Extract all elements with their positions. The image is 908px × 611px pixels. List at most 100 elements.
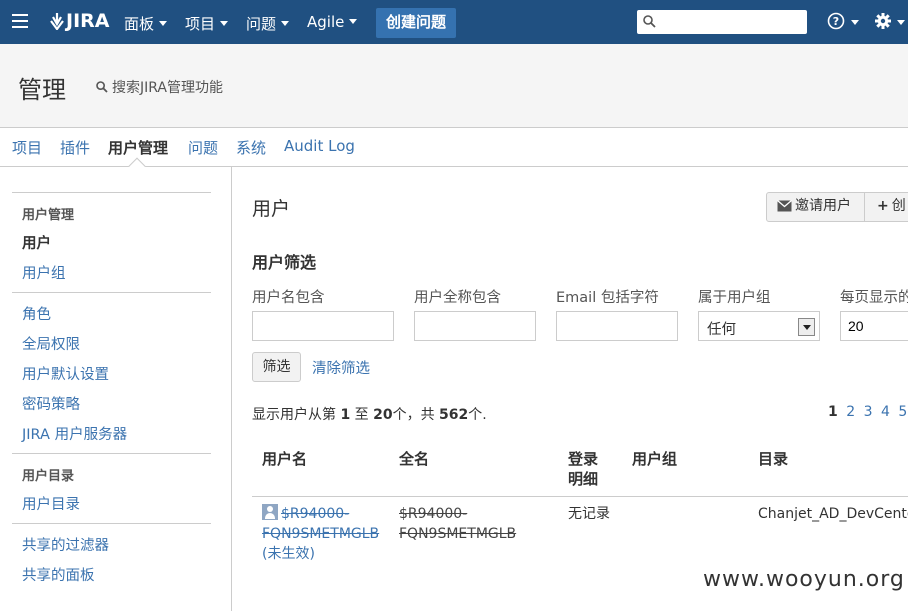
envelope-icon (777, 200, 792, 212)
column-header-login-details: 登录 明细 (568, 449, 598, 489)
sidebar-item-groups[interactable]: 用户组 (22, 262, 66, 283)
create-user-label: 创 (891, 198, 906, 214)
sidebar-item-password-policy[interactable]: 密码策略 (22, 393, 80, 414)
tab-audit-log[interactable]: Audit Log (284, 137, 355, 155)
sidebar-item-users[interactable]: 用户 (22, 232, 51, 253)
tab-user-management[interactable]: 用户管理 (108, 137, 168, 158)
jira-logo[interactable]: JIRA (49, 10, 109, 32)
login-header-line: 明细 (568, 470, 599, 488)
jira-logo-icon (50, 13, 64, 31)
svg-text:?: ? (833, 15, 839, 28)
login-header-line: 登录 (568, 450, 599, 468)
help-icon: ? (827, 12, 845, 30)
sidebar-item-user-defaults[interactable]: 用户默认设置 (22, 363, 109, 384)
help-menu[interactable]: ? (827, 12, 860, 34)
filter-button[interactable]: 筛选 (252, 352, 301, 382)
result-total: 562 (439, 407, 469, 423)
invite-users-button[interactable]: 邀请用户 (767, 193, 865, 221)
username-link[interactable]: $R94000- (281, 506, 349, 522)
admin-search-link[interactable]: 搜索JIRA管理功能 (96, 77, 223, 97)
table-row-fullname: $R94000- FQN9SMETMGLB (399, 504, 516, 544)
result-prefix: 显示用户从第 (252, 407, 336, 423)
nav-menu-issues[interactable]: 问题 (246, 13, 290, 34)
fullname-filter-input[interactable] (414, 311, 536, 341)
username-filter-input[interactable] (252, 311, 394, 341)
group-filter-value: 任何 (707, 322, 736, 338)
page-link[interactable]: 3 (864, 404, 873, 420)
chevron-down-icon (159, 21, 168, 26)
per-page-input[interactable] (840, 311, 908, 341)
result-count: 显示用户从第 1 至 20个，共 562个. (252, 404, 487, 424)
nav-menu-label: 面板 (124, 15, 155, 33)
user-actions-group: 邀请用户 + 创 (766, 192, 908, 222)
quick-search-input[interactable] (661, 12, 801, 32)
nav-menu-agile[interactable]: Agile (307, 13, 358, 31)
page-current: 1 (828, 404, 838, 420)
sidebar-heading-user-directories: 用户目录 (22, 469, 75, 484)
tab-projects[interactable]: 项目 (12, 137, 42, 158)
username-link[interactable]: FQN9SMETMGLB (262, 526, 379, 542)
sidebar-item-roles[interactable]: 角色 (22, 303, 51, 324)
fullname-line: $R94000- (399, 506, 468, 522)
search-icon (96, 81, 108, 93)
admin-sidebar: 用户管理 用户 用户组 角色 全局权限 用户默认设置 密码策略 JIRA 用户服… (0, 167, 232, 611)
nav-menu-projects[interactable]: 项目 (185, 13, 229, 34)
column-header-username[interactable]: 用户名 (262, 449, 307, 469)
search-icon (643, 15, 656, 28)
sidebar-item-jira-user-server[interactable]: JIRA 用户服务器 (22, 423, 127, 444)
nav-menu-label: Agile (307, 13, 345, 31)
logo-text: JIRA (66, 10, 110, 32)
result-to: 20 (373, 407, 393, 423)
pagination: 1 2 3 4 5 6 7 (828, 404, 908, 420)
table-header-divider (252, 496, 908, 497)
tab-system[interactable]: 系统 (236, 137, 266, 158)
nav-menu-label: 问题 (246, 15, 277, 33)
nav-menu-dashboards[interactable]: 面板 (124, 13, 168, 34)
nav-menu-label: 项目 (185, 15, 216, 33)
tab-issues[interactable]: 问题 (188, 137, 218, 158)
tab-addons[interactable]: 插件 (60, 137, 90, 158)
sidebar-divider (12, 523, 211, 524)
user-avatar-icon (262, 504, 278, 520)
group-filter-select[interactable]: 任何 (698, 311, 820, 341)
quick-search[interactable] (637, 10, 807, 34)
fullname-line: FQN9SMETMGLB (399, 526, 517, 542)
menu-icon[interactable] (12, 14, 28, 30)
sidebar-item-shared-dashboards[interactable]: 共享的面板 (22, 564, 95, 585)
page-link[interactable]: 4 (881, 404, 890, 420)
result-middle: 个，共 (392, 407, 435, 423)
email-filter-label: Email 包括字符 (556, 290, 659, 306)
table-row-directory: Chanjet_AD_DevCenter (758, 506, 908, 522)
section-title: 用户 (252, 198, 291, 220)
sidebar-heading-user-management: 用户管理 (22, 208, 75, 223)
chevron-down-icon (220, 21, 229, 26)
fullname-filter-label: 用户全称包含 (414, 290, 501, 306)
create-user-button[interactable]: + 创 (877, 193, 906, 221)
email-filter-input[interactable] (556, 311, 678, 341)
page-link[interactable]: 5 (898, 404, 907, 420)
create-issue-button[interactable]: 创建问题 (376, 8, 456, 38)
username-filter-label: 用户名包含 (252, 290, 325, 306)
page-link[interactable]: 2 (846, 404, 855, 420)
chevron-down-icon (281, 21, 290, 26)
group-filter-label: 属于用户组 (698, 290, 771, 306)
sidebar-divider (12, 453, 211, 454)
result-from: 1 (340, 407, 351, 423)
user-filter-heading: 用户筛选 (252, 253, 317, 272)
clear-filter-link[interactable]: 清除筛选 (312, 357, 370, 378)
table-row-username: $R94000- FQN9SMETMGLB (未生效) (262, 504, 379, 564)
table-row-login: 无记录 (568, 506, 610, 522)
sidebar-item-user-directories[interactable]: 用户目录 (22, 493, 80, 514)
invite-users-label: 邀请用户 (795, 198, 851, 214)
dropdown-arrow-icon (798, 318, 815, 336)
admin-settings-menu[interactable] (874, 12, 906, 34)
sidebar-item-shared-filters[interactable]: 共享的过滤器 (22, 534, 109, 555)
sidebar-item-global-permissions[interactable]: 全局权限 (22, 333, 80, 354)
column-header-groups: 用户组 (632, 450, 678, 468)
column-header-fullname[interactable]: 全名 (399, 449, 429, 469)
inactive-status: (未生效) (262, 546, 315, 562)
chevron-down-icon (349, 19, 358, 24)
plus-icon: + (877, 198, 889, 214)
sidebar-divider (12, 192, 211, 193)
watermark: www.wooyun.org (703, 567, 905, 592)
